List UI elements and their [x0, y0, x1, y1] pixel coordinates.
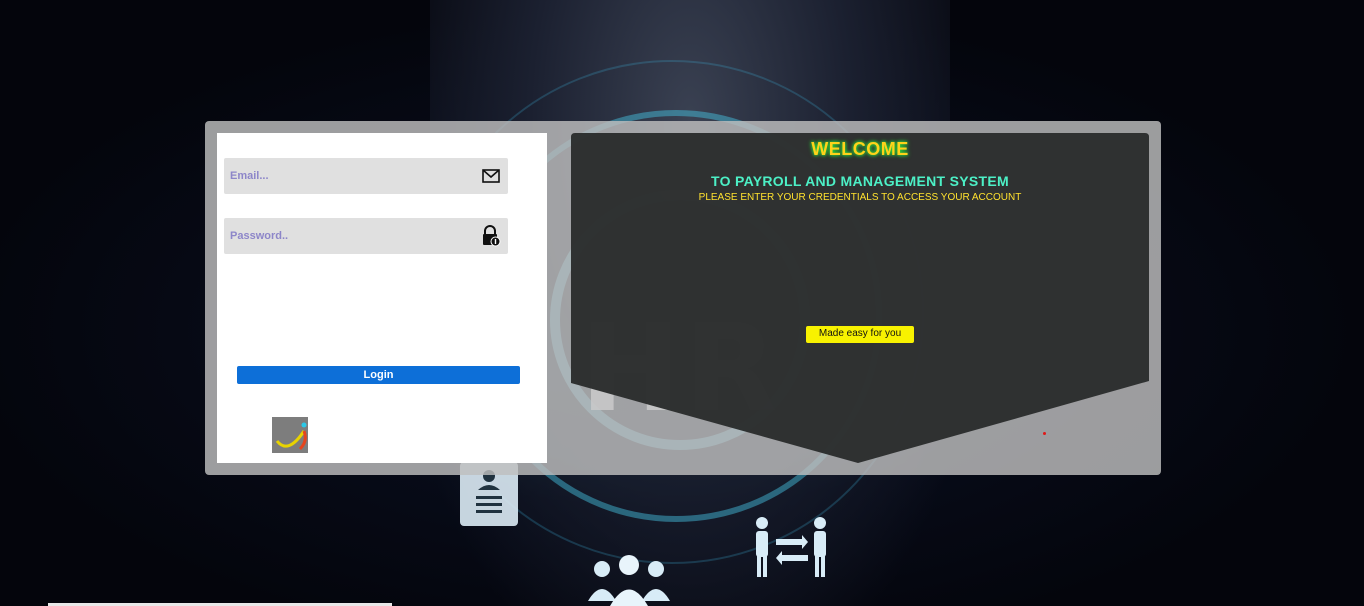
login-button[interactable]: Login: [237, 366, 520, 384]
login-panel: Login: [217, 133, 547, 463]
welcome-panel: WELCOME TO PAYROLL AND MANAGEMENT SYSTEM…: [571, 133, 1149, 463]
password-field-container: [224, 218, 508, 254]
exchange-people-icon: [750, 515, 834, 583]
welcome-subtitle: TO PAYROLL AND MANAGEMENT SYSTEM: [711, 173, 1009, 189]
envelope-icon: [480, 165, 502, 187]
app-logo: [272, 417, 308, 453]
welcome-title: WELCOME: [811, 139, 909, 159]
password-input[interactable]: [224, 218, 480, 254]
team-icon: [586, 555, 672, 606]
email-input[interactable]: [224, 158, 480, 194]
email-field-container: [224, 158, 508, 194]
lock-icon: [480, 225, 502, 247]
credentials-instruction: PLEASE ENTER YOUR CREDENTIALS TO ACCESS …: [698, 192, 1022, 203]
tagline-badge: Made easy for you: [806, 326, 914, 343]
red-dot-marker: [1043, 432, 1046, 435]
